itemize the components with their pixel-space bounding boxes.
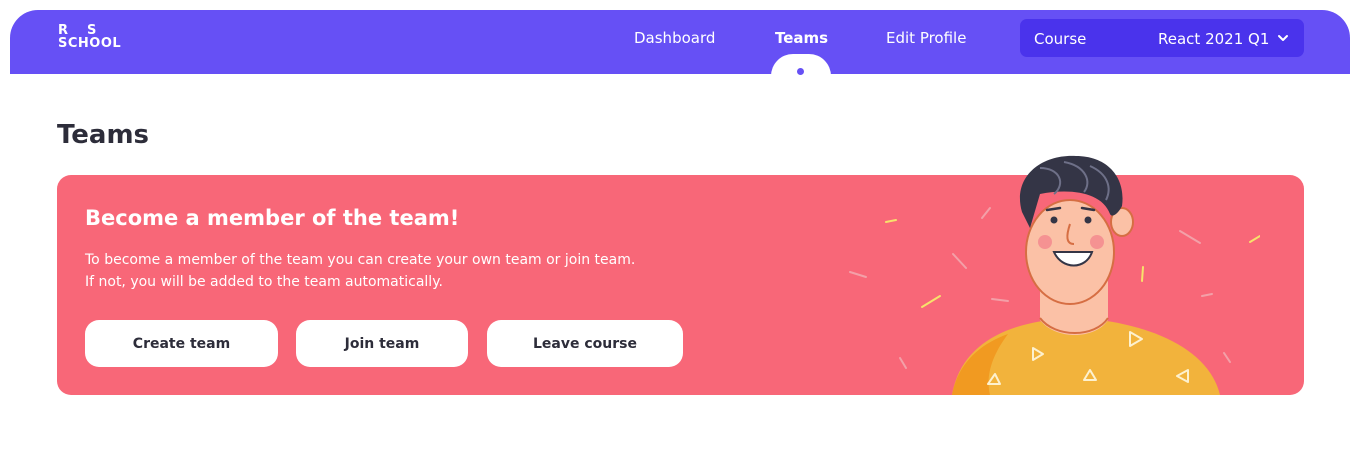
active-tab-indicator [797,68,804,75]
nav-teams[interactable]: Teams [775,29,828,47]
chevron-down-icon [1278,35,1288,41]
page-title: Teams [57,120,150,150]
person-illustration [849,155,1260,395]
join-team-button[interactable]: Join team [296,320,468,367]
nav-dashboard[interactable]: Dashboard [634,29,715,47]
leave-course-button[interactable]: Leave course [487,320,683,367]
create-team-button[interactable]: Create team [85,320,278,367]
person-head [1019,155,1134,305]
course-value: React 2021 Q1 [1158,30,1270,48]
top-navbar: RS SCHOOL Dashboard Teams Edit Profile C… [10,10,1350,74]
banner-description: To become a member of the team you can c… [85,249,635,293]
course-label: Course [1034,30,1087,48]
logo-school-text: SCHOOL [58,36,122,51]
banner-heading: Become a member of the team! [85,206,460,230]
banner-description-line: If not, you will be added to the team au… [85,274,443,290]
course-select[interactable]: Course React 2021 Q1 [1020,19,1304,57]
nav-edit-profile[interactable]: Edit Profile [886,29,966,47]
banner-description-line: To become a member of the team you can c… [85,252,636,268]
rs-school-logo[interactable]: RS SCHOOL [58,24,121,50]
